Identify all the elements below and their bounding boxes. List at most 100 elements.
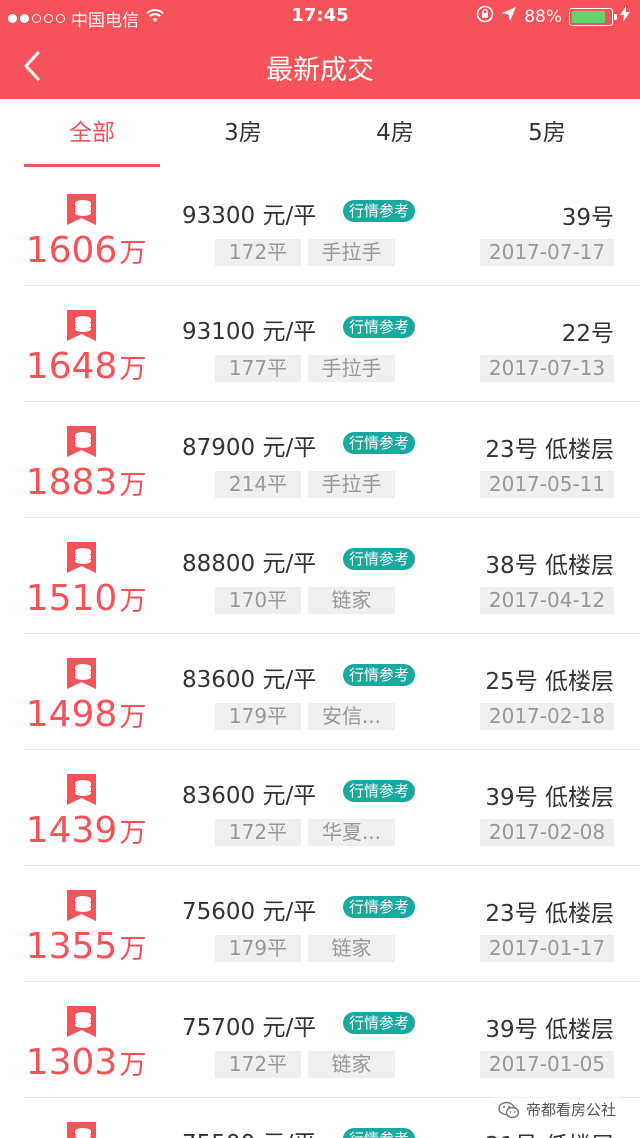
building-number: 22号 (561, 321, 614, 347)
area-tag: 179平 (215, 703, 301, 730)
unit-price: 75600 元/平 (182, 899, 317, 925)
market-reference-badge: 行情参考 (343, 664, 416, 686)
market-reference-badge: 行情参考 (343, 896, 416, 918)
agency-tag: 华夏... (308, 819, 395, 846)
coin-stack-icon (67, 426, 96, 457)
status-right: 88% (476, 5, 630, 28)
unit-price: 88800 元/平 (182, 551, 317, 577)
area-tag: 170平 (215, 587, 301, 614)
market-reference-badge: 行情参考 (343, 316, 416, 338)
unit-price: 93100 元/平 (182, 319, 317, 345)
area-tag: 214平 (215, 471, 301, 498)
coin-stack-icon (67, 1006, 96, 1037)
building-number: 23号 低楼层 (485, 437, 614, 463)
deal-date: 2017-05-11 (480, 471, 614, 498)
tab-all[interactable]: 全部 (22, 99, 162, 167)
total-price: 1303万 (24, 1042, 148, 1083)
deal-date: 2017-02-18 (480, 703, 614, 730)
room-filter-tabs: 全部 3房 4房 5房 (0, 99, 640, 169)
unit-price: 83600 元/平 (182, 783, 317, 809)
charging-bolt-icon (620, 6, 630, 27)
tab-3-rooms[interactable]: 3房 (173, 99, 313, 167)
market-reference-badge: 行情参考 (343, 200, 416, 222)
area-tag: 172平 (215, 1051, 301, 1078)
total-price: 1498万 (24, 694, 148, 735)
building-number: 39号 (561, 205, 614, 231)
total-price: 1510万 (24, 578, 148, 619)
total-price-unit: 万 (119, 354, 147, 385)
total-price-unit: 万 (119, 586, 147, 617)
deal-date: 2017-07-13 (480, 355, 614, 382)
agency-tag: 链家 (308, 1051, 395, 1078)
market-reference-badge: 行情参考 (343, 1012, 416, 1034)
list-item[interactable]: 1510万 88800 元/平 行情参考 38号 低楼层 170平 链家 201… (0, 518, 640, 634)
total-price: 1439万 (24, 810, 148, 851)
tab-5-rooms[interactable]: 5房 (477, 99, 617, 167)
list-item[interactable]: 1355万 75600 元/平 行情参考 23号 低楼层 179平 链家 201… (0, 866, 640, 982)
coin-stack-icon (67, 194, 96, 225)
agency-tag: 手拉手 (308, 471, 395, 498)
total-price: 1355万 (24, 926, 148, 967)
agency-tag: 链家 (308, 935, 395, 962)
orientation-lock-icon (476, 5, 494, 28)
building-number: 39号 低楼层 (485, 785, 614, 811)
agency-tag: 手拉手 (308, 355, 395, 382)
total-price-unit: 万 (119, 1050, 147, 1081)
total-price-value: 1606 (25, 230, 118, 271)
market-reference-badge: 行情参考 (343, 780, 416, 802)
total-price-unit: 万 (119, 238, 147, 269)
nav-bar: 最新成交 (0, 32, 640, 99)
coin-stack-icon (67, 310, 96, 341)
unit-price: 75500 元/平 (182, 1124, 316, 1138)
total-price: 1648万 (24, 346, 148, 387)
agency-tag: 手拉手 (308, 239, 395, 266)
top-bar: 中国电信 17:45 88% 最新成交 (0, 0, 640, 99)
list-item[interactable]: 1498万 83600 元/平 行情参考 25号 低楼层 179平 安信... … (0, 634, 640, 750)
building-number: 21号 低楼层 (485, 1126, 614, 1138)
battery-fill (572, 10, 606, 23)
coin-stack-icon (67, 774, 96, 805)
watermark: 帝都看房公社 (493, 1097, 620, 1122)
total-price-unit: 万 (119, 702, 147, 733)
market-reference-badge: 行情参考 (343, 1128, 416, 1138)
building-number: 25号 低楼层 (485, 669, 614, 695)
area-tag: 177平 (215, 355, 301, 382)
watermark-text: 帝都看房公社 (525, 1101, 616, 1119)
battery-icon (569, 7, 617, 26)
deal-date: 2017-01-05 (480, 1051, 614, 1078)
list-item[interactable]: 1648万 93100 元/平 行情参考 22号 177平 手拉手 2017-0… (0, 286, 640, 402)
unit-price: 75700 元/平 (182, 1015, 317, 1041)
deal-date: 2017-04-12 (480, 587, 614, 614)
agency-tag: 链家 (308, 587, 395, 614)
total-price-value: 1303 (25, 1042, 118, 1083)
deal-date: 2017-02-08 (480, 819, 614, 846)
total-price-value: 1510 (25, 578, 118, 619)
agency-tag: 安信... (308, 703, 395, 730)
coin-stack-icon (67, 658, 96, 689)
building-number: 39号 低楼层 (485, 1017, 614, 1043)
wechat-icon (498, 1101, 520, 1118)
battery-percent: 88% (524, 6, 562, 27)
total-price-value: 1883 (25, 462, 118, 503)
unit-price: 87900 元/平 (182, 435, 317, 461)
building-number: 38号 低楼层 (485, 553, 614, 579)
area-tag: 179平 (215, 935, 301, 962)
tab-4-rooms[interactable]: 4房 (325, 99, 465, 167)
total-price-value: 1439 (25, 810, 118, 851)
unit-price: 93300 元/平 (182, 203, 317, 229)
list-item[interactable]: 1606万 93300 元/平 行情参考 39号 172平 手拉手 2017-0… (0, 170, 640, 286)
deal-date: 2017-07-17 (480, 239, 614, 266)
status-bar: 中国电信 17:45 88% (0, 0, 640, 32)
area-tag: 172平 (215, 239, 301, 266)
coin-stack-icon (67, 890, 96, 921)
total-price-value: 1648 (25, 346, 118, 387)
list-item[interactable]: 1439万 83600 元/平 行情参考 39号 低楼层 172平 华夏... … (0, 750, 640, 866)
list-item[interactable]: 1303万 75700 元/平 行情参考 39号 低楼层 172平 链家 201… (0, 982, 640, 1098)
list-item[interactable]: 1883万 87900 元/平 行情参考 23号 低楼层 214平 手拉手 20… (0, 402, 640, 518)
active-tab-indicator (24, 164, 160, 167)
total-price: 1883万 (24, 462, 148, 503)
total-price-unit: 万 (119, 818, 147, 849)
area-tag: 172平 (215, 819, 301, 846)
total-price-value: 1355 (25, 926, 118, 967)
building-number: 23号 低楼层 (485, 901, 614, 927)
